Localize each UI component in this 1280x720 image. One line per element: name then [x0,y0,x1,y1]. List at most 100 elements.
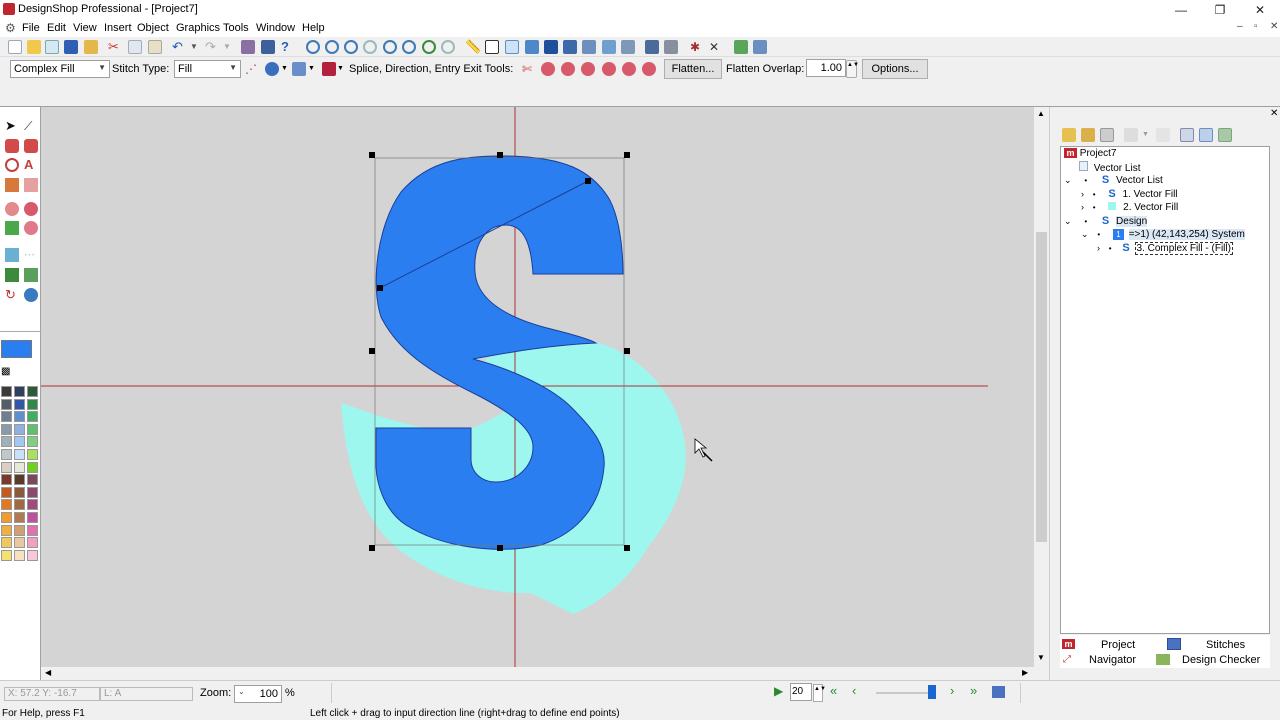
tab-project[interactable]: Project [1101,639,1135,651]
chevron-down-icon[interactable]: ⌄ [1081,229,1089,239]
palette-color-swatch[interactable] [27,423,38,435]
stitch-slider-thumb[interactable] [928,685,936,699]
palette-color-swatch[interactable] [1,436,12,448]
palette-color-swatch[interactable] [14,512,25,523]
open-folder-icon[interactable] [27,40,41,54]
chevron-right-icon[interactable]: › [1081,189,1084,199]
horizontal-scrollbar[interactable]: ◀ ▶ [41,667,1034,680]
filter-icon[interactable] [1124,128,1138,142]
reshape-icon[interactable] [5,139,19,153]
palette-color-swatch[interactable] [14,524,25,536]
last-stitch-icon[interactable]: » [970,683,977,698]
stitch-simulator-icon[interactable] [241,40,255,54]
open-design-icon[interactable] [45,40,59,54]
expand-icon[interactable] [1156,128,1170,142]
zoom-actual-icon[interactable] [441,40,455,54]
view-frame-icon[interactable] [485,40,499,54]
mdi-close-button[interactable]: ✕ [1270,21,1278,32]
palette-color-swatch[interactable] [1,499,12,511]
flatten-overlap-input[interactable]: 1.00 [806,59,846,77]
exit-point-icon[interactable] [602,62,616,76]
palette-color-swatch[interactable] [1,474,12,486]
direction-handle[interactable] [585,178,591,184]
measure-ruler-icon[interactable]: 📏 [465,40,481,54]
chevron-right-icon[interactable]: › [1097,243,1100,253]
spinner-arrows-icon[interactable]: ▲▼ [813,684,826,702]
copy-icon[interactable] [128,40,142,54]
stitch-list-icon[interactable] [992,686,1005,698]
chevron-right-icon[interactable]: › [1081,202,1084,212]
palette-color-swatch[interactable] [1,386,12,397]
palette-color-swatch[interactable] [14,386,25,397]
save-all-icon[interactable] [84,40,98,54]
palette-color-swatch[interactable] [14,537,25,549]
palette-color-swatch[interactable] [1,537,12,549]
list-view-icon[interactable] [1180,128,1194,142]
palette-color-swatch[interactable] [27,524,38,536]
menu-edit[interactable]: Edit [47,22,66,34]
design-canvas[interactable] [41,107,1034,667]
scroll-up-icon[interactable]: ▲ [1037,109,1045,118]
visibility-dot-icon[interactable]: • [1093,190,1096,199]
collapse-icon[interactable]: ✕ [709,40,723,54]
palette-color-swatch[interactable] [14,499,25,511]
palette-color-swatch[interactable] [14,423,25,435]
palette-color-swatch[interactable] [1,398,12,410]
palette-color-swatch[interactable] [27,537,38,549]
palette-color-swatch[interactable] [27,386,38,397]
remove-direction-icon[interactable] [622,62,636,76]
current-color-swatch[interactable] [1,340,32,358]
eraser-icon[interactable] [24,139,38,153]
minimize-button[interactable]: — [1161,0,1201,20]
tab-design-checker[interactable]: Design Checker [1182,654,1260,666]
tree-node-vector-fill-1[interactable]: › • S 1. Vector Fill [1081,188,1178,200]
restore-button[interactable]: ❐ [1200,0,1240,20]
tree-node-color-1[interactable]: ⌄ • 1 =>1) (42,143,254) System [1081,229,1245,240]
palette-color-swatch[interactable] [14,549,25,561]
open-folder-icon[interactable] [1081,128,1095,142]
palette-color-swatch[interactable] [14,486,25,498]
multi-direction-icon[interactable] [561,62,575,76]
resize-handle[interactable] [369,348,375,354]
mdi-minimize-button[interactable]: – [1237,21,1243,32]
menu-file[interactable]: File [22,22,40,34]
palette-color-swatch[interactable] [1,449,12,460]
zoom-icon[interactable] [306,40,320,54]
stitch-step-input[interactable]: 20 [790,683,812,701]
print-icon[interactable] [261,40,275,54]
tree-node-complex-fill[interactable]: › • S 3. Complex Fill - (Fill) [1097,242,1233,255]
view-3d-icon[interactable] [602,40,616,54]
rotate-icon[interactable]: ↻ [5,288,19,302]
color-wheel-icon[interactable] [24,288,38,302]
save-icon[interactable] [64,40,78,54]
wreath-icon[interactable] [24,221,38,235]
zoom-previous-icon[interactable] [363,40,377,54]
new-file-icon[interactable] [8,40,22,54]
stitch-type-select[interactable]: Fill ▼ [174,60,241,78]
help-question-icon[interactable]: ? [281,40,295,54]
menu-help[interactable]: Help [302,22,325,34]
palette-color-swatch[interactable] [14,474,25,486]
resize-handle[interactable] [624,152,630,158]
scroll-left-icon[interactable]: ◀ [45,668,51,677]
redo-dropdown-icon[interactable]: ▼ [223,40,237,54]
undo-dropdown-icon[interactable]: ▼ [190,40,204,54]
vertical-scrollbar[interactable]: ▲ ▼ [1034,107,1049,667]
tree-node-vector-list-root[interactable]: Vector List [1079,161,1140,174]
zoom-out-icon[interactable] [344,40,358,54]
tree-node-vector-list[interactable]: ⌄ • S Vector List [1064,174,1163,186]
zoom-select[interactable]: ⌄ 100 [234,685,282,703]
visibility-dot-icon[interactable]: • [1084,176,1087,185]
palette-color-swatch[interactable] [14,398,25,410]
options-button[interactable]: Options... [862,59,928,79]
transform-icon[interactable] [753,40,767,54]
view-outlines-icon[interactable] [563,40,577,54]
palette-color-swatch[interactable] [27,549,38,561]
zoom-fit-icon[interactable] [383,40,397,54]
view-background-icon[interactable] [621,40,635,54]
chevron-down-icon[interactable]: ▼ [1142,128,1156,142]
resize-handle[interactable] [497,152,503,158]
zoom-all-icon[interactable] [422,40,436,54]
vertical-scroll-thumb[interactable] [1036,232,1047,542]
undo-icon[interactable]: ↶ [172,40,186,54]
